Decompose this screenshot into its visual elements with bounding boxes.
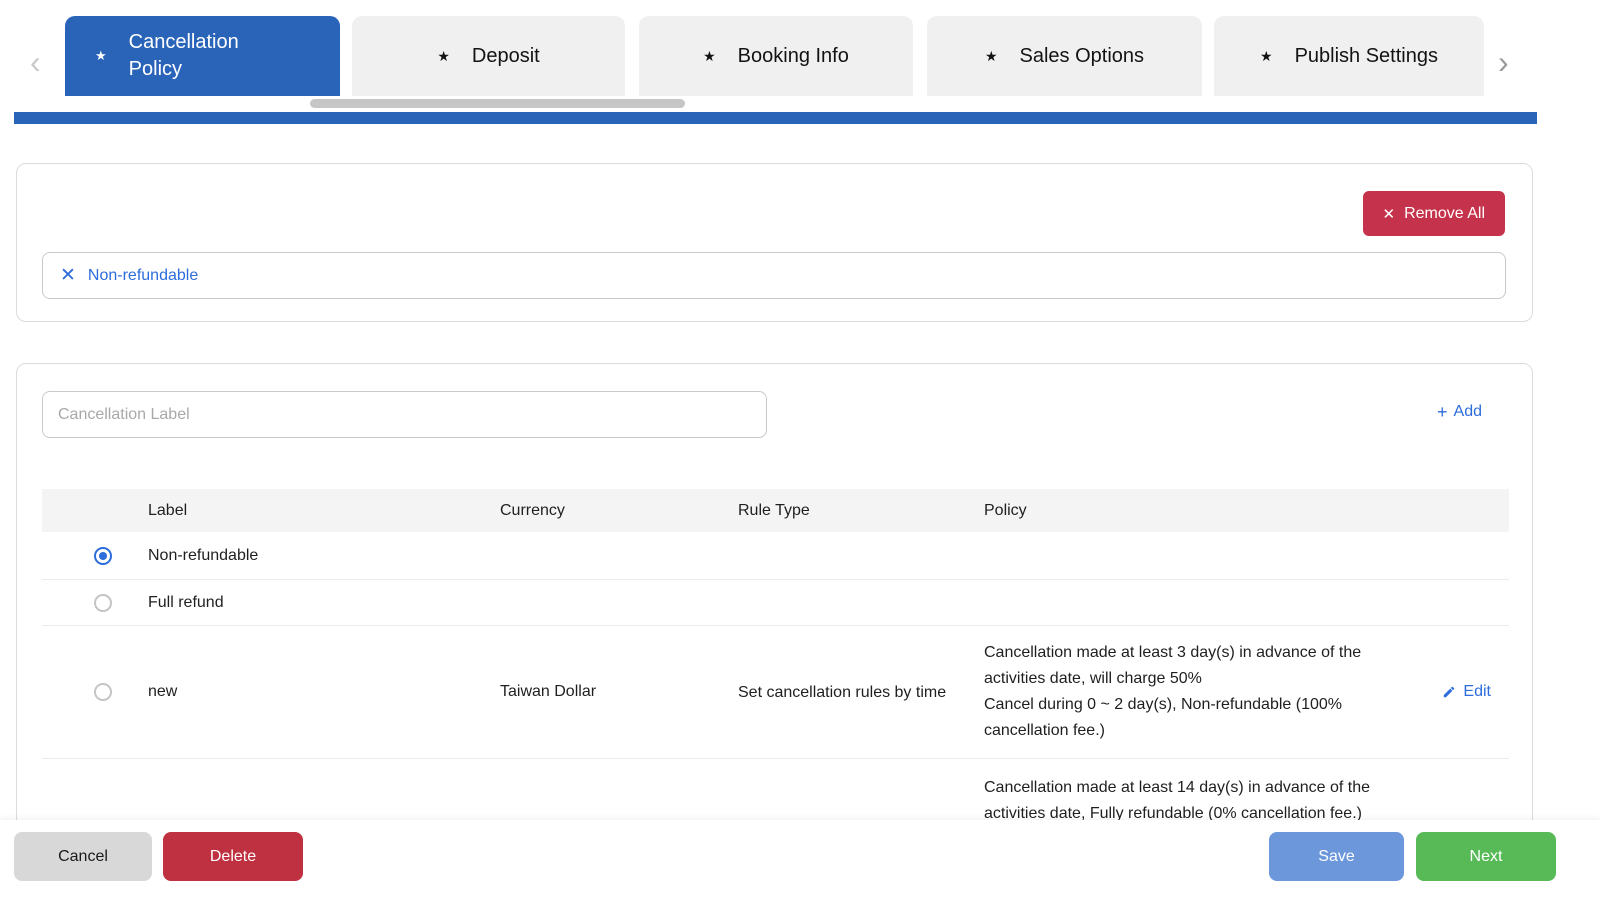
row-label: Full refund <box>148 593 224 611</box>
selected-policies-card: ✕ Remove All ✕ Non-refundable <box>16 163 1533 322</box>
row-policy: Cancellation made at least 3 day(s) in a… <box>984 644 1362 739</box>
save-button[interactable]: Save <box>1269 832 1404 881</box>
tab-publish-settings[interactable]: ★ Publish Settings <box>1214 16 1484 96</box>
row-rule-type: Set cancellation rules by time <box>738 683 947 701</box>
tab-label: Deposit <box>471 44 540 67</box>
cancel-button[interactable]: Cancel <box>14 832 152 881</box>
cancellation-policies-table: Label Currency Rule Type Policy Non-refu… <box>42 489 1509 842</box>
tab-cancellation-policy[interactable]: ★ Cancellation Policy <box>65 16 340 96</box>
tab-label: Sales Options <box>1019 44 1145 67</box>
table-header-row: Label Currency Rule Type Policy <box>42 489 1509 532</box>
star-icon: ★ <box>437 47 450 64</box>
radio-selected[interactable] <box>94 546 112 565</box>
edit-button[interactable]: Edit <box>1442 683 1491 701</box>
star-icon: ★ <box>703 47 716 64</box>
header-policy: Policy <box>984 501 1027 519</box>
next-button[interactable]: Next <box>1416 832 1556 881</box>
row-currency: Taiwan Dollar <box>500 683 597 700</box>
cancellation-label-input[interactable] <box>42 391 767 438</box>
star-icon: ★ <box>1260 47 1273 64</box>
radio-unselected[interactable] <box>94 593 112 612</box>
close-icon: ✕ <box>1382 205 1396 223</box>
tab-sales-options[interactable]: ★ Sales Options <box>927 16 1202 96</box>
add-button[interactable]: + Add <box>1437 403 1482 421</box>
tabs-scroll-left-icon[interactable]: ‹ <box>30 46 41 78</box>
table-row: new Taiwan Dollar Set cancellation rules… <box>42 626 1509 759</box>
selected-policy-label: Non-refundable <box>87 266 199 284</box>
tab-label: Cancellation Policy <box>128 31 239 80</box>
delete-button[interactable]: Delete <box>163 832 303 881</box>
add-label: Add <box>1453 403 1482 420</box>
tab-deposit[interactable]: ★ Deposit <box>352 16 625 96</box>
selected-policy-chip[interactable]: ✕ Non-refundable <box>42 252 1506 299</box>
tabs-underline <box>14 112 1537 124</box>
remove-all-label: Remove All <box>1404 204 1485 222</box>
tab-label: Publish Settings <box>1294 44 1438 67</box>
footer-action-bar: Cancel Delete Save Next <box>0 820 1600 909</box>
pencil-icon <box>1444 686 1455 698</box>
row-label: new <box>148 683 178 700</box>
table-row: Full refund <box>42 580 1509 626</box>
tab-booking-info[interactable]: ★ Booking Info <box>639 16 913 96</box>
remove-chip-icon[interactable]: ✕ <box>60 264 76 287</box>
star-icon: ★ <box>984 47 998 64</box>
remove-all-button[interactable]: ✕ Remove All <box>1362 191 1505 236</box>
row-label: Non-refundable <box>148 546 259 564</box>
edit-label: Edit <box>1463 683 1491 700</box>
table-row: Non-refundable <box>42 532 1509 580</box>
header-rule-type: Rule Type <box>738 501 810 519</box>
row-policy: Cancellation made at least 14 day(s) in … <box>984 779 1371 822</box>
cancellation-policy-page: ‹ ★ Cancellation Policy ★ Deposit ★ Book… <box>0 0 1600 909</box>
tabs-scroll-right-icon[interactable]: › <box>1498 46 1509 78</box>
tab-label: Booking Info <box>737 44 849 67</box>
row-actions: Edit <box>1417 683 1509 701</box>
policy-editor-card: + Add Label Currency Rule Type Policy No… <box>16 363 1533 843</box>
header-currency: Currency <box>500 501 565 519</box>
tabs-scrollbar-thumb[interactable] <box>310 99 685 108</box>
radio-unselected[interactable] <box>94 683 112 701</box>
header-label: Label <box>148 501 188 519</box>
plus-icon: + <box>1437 402 1448 422</box>
star-icon: ★ <box>95 48 107 63</box>
